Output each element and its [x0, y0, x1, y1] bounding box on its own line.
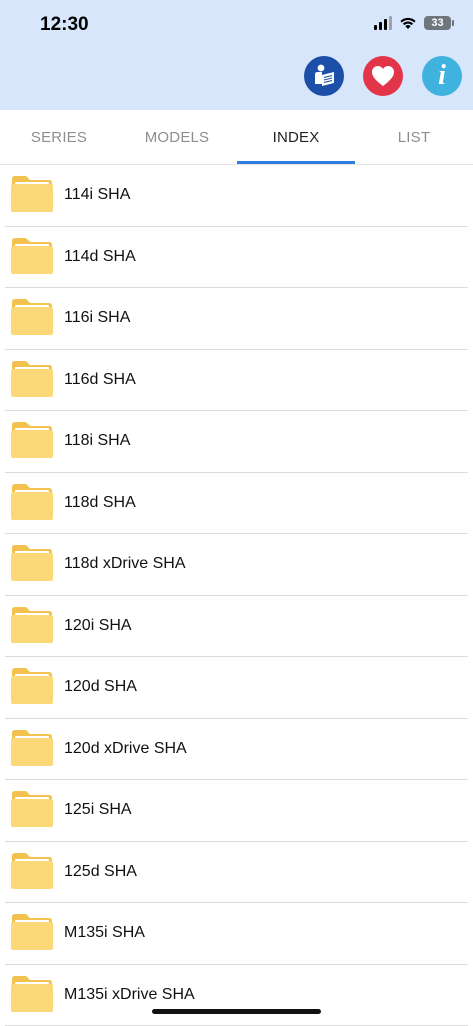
list-item-label: 114d SHA	[64, 227, 136, 287]
list-item-label: 120i SHA	[64, 596, 132, 656]
manual-icon	[310, 62, 338, 90]
list-item[interactable]: 116i SHA	[5, 288, 468, 350]
info-icon: i	[438, 62, 446, 90]
list-item-label: 120d SHA	[64, 657, 137, 717]
info-button[interactable]: i	[422, 56, 462, 96]
folder-icon	[9, 360, 55, 398]
list-item[interactable]: 118d xDrive SHA	[5, 534, 468, 596]
list-item[interactable]: M135i SHA	[5, 903, 468, 965]
folder-icon	[9, 483, 55, 521]
favorites-button[interactable]	[363, 56, 403, 96]
folder-icon	[9, 544, 55, 582]
list-item-label: 114i SHA	[64, 165, 130, 225]
battery-level: 33	[431, 17, 443, 29]
status-time: 12:30	[40, 14, 89, 36]
wifi-icon	[399, 16, 417, 30]
folder-icon	[9, 237, 55, 275]
list-item-label: 118d xDrive SHA	[64, 534, 186, 594]
list-item[interactable]: 120i SHA	[5, 596, 468, 658]
list-item[interactable]: 125d SHA	[5, 842, 468, 904]
status-icons: 33	[374, 16, 451, 30]
folder-icon	[9, 667, 55, 705]
list-item[interactable]: 118d SHA	[5, 473, 468, 535]
folder-icon	[9, 729, 55, 767]
folder-icon	[9, 606, 55, 644]
list-item-label: 125d SHA	[64, 842, 137, 902]
list-item-label: 120d xDrive SHA	[64, 719, 187, 779]
list-item[interactable]: 120d SHA	[5, 657, 468, 719]
list-item[interactable]: 125i SHA	[5, 780, 468, 842]
heart-icon	[370, 64, 396, 88]
tab-bar: SERIES MODELS INDEX LIST	[0, 110, 473, 165]
tab-models[interactable]: MODELS	[118, 110, 236, 164]
folder-icon	[9, 175, 55, 213]
folder-icon	[9, 790, 55, 828]
tab-series[interactable]: SERIES	[0, 110, 118, 164]
home-indicator[interactable]	[152, 1009, 321, 1014]
folder-icon	[9, 975, 55, 1013]
folder-icon	[9, 421, 55, 459]
tab-index[interactable]: INDEX	[237, 110, 355, 164]
signal-icon	[374, 16, 392, 30]
list-item-label: M135i SHA	[64, 903, 145, 963]
folder-list: 114i SHA114d SHA116i SHA116d SHA118i SHA…	[0, 165, 473, 1026]
app-header: 12:30 33 i	[0, 0, 473, 110]
list-item[interactable]: 114i SHA	[5, 165, 468, 227]
list-item-label: M135i xDrive SHA	[64, 965, 195, 1025]
folder-icon	[9, 298, 55, 336]
folder-icon	[9, 913, 55, 951]
list-item[interactable]: 118i SHA	[5, 411, 468, 473]
list-item-label: 118i SHA	[64, 411, 130, 471]
list-item[interactable]: 114d SHA	[5, 227, 468, 289]
list-item-label: 125i SHA	[64, 780, 132, 840]
list-item-label: 116d SHA	[64, 350, 136, 410]
folder-icon	[9, 852, 55, 890]
manual-button[interactable]	[304, 56, 344, 96]
list-item-label: 118d SHA	[64, 473, 136, 533]
list-item[interactable]: 116d SHA	[5, 350, 468, 412]
list-item[interactable]: M135i xDrive SHA	[5, 965, 468, 1026]
list-item-label: 116i SHA	[64, 288, 130, 348]
list-item[interactable]: 120d xDrive SHA	[5, 719, 468, 781]
tab-active-indicator	[237, 161, 355, 164]
battery-icon: 33	[424, 16, 451, 30]
tab-list[interactable]: LIST	[355, 110, 473, 164]
